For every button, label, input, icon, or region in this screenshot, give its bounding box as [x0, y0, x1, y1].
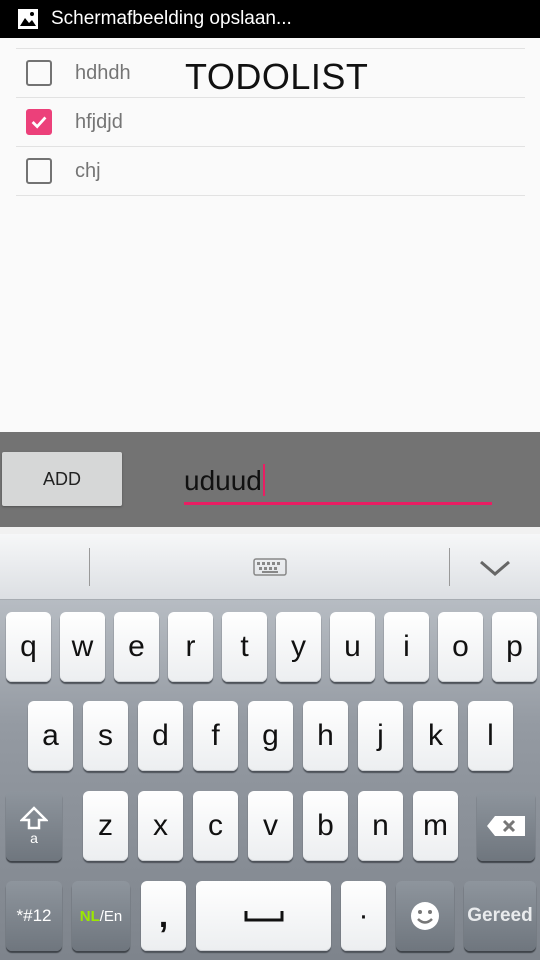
key-x[interactable]: x [138, 791, 183, 861]
key-r[interactable]: r [168, 612, 213, 682]
key-e[interactable]: e [114, 612, 159, 682]
keyboard-toolbar [0, 534, 540, 600]
key-f[interactable]: f [193, 701, 238, 771]
soft-keyboard: q w e r t y u i o p a s d f g h j k l a … [0, 534, 540, 960]
key-t[interactable]: t [222, 612, 267, 682]
shift-icon [20, 806, 48, 830]
key-i[interactable]: i [384, 612, 429, 682]
todo-checkbox[interactable] [26, 158, 52, 184]
shift-key[interactable]: a [6, 791, 62, 861]
key-n[interactable]: n [358, 791, 403, 861]
language-en-label: /En [99, 907, 123, 925]
check-icon [31, 116, 47, 129]
todo-label: hdhdh [75, 61, 131, 84]
todo-checkbox-checked[interactable] [26, 109, 52, 135]
image-icon [18, 9, 38, 29]
key-b[interactable]: b [303, 791, 348, 861]
done-key[interactable]: Gereed [464, 881, 536, 951]
key-p[interactable]: p [492, 612, 537, 682]
key-c[interactable]: c [193, 791, 238, 861]
key-h[interactable]: h [303, 701, 348, 771]
key-k[interactable]: k [413, 701, 458, 771]
todo-item[interactable]: chj [16, 147, 525, 196]
add-bar: ADD uduud [0, 432, 540, 527]
key-q[interactable]: q [6, 612, 51, 682]
key-j[interactable]: j [358, 701, 403, 771]
key-z[interactable]: z [83, 791, 128, 861]
key-d[interactable]: d [138, 701, 183, 771]
text-caret [262, 464, 265, 496]
todo-item[interactable]: hfjdjd [16, 98, 525, 147]
language-key[interactable]: NL/En [72, 881, 130, 951]
symbols-key[interactable]: *#12 [6, 881, 62, 951]
keyboard-icon[interactable] [253, 558, 287, 578]
backspace-key[interactable] [477, 791, 535, 861]
page-title: TODOLIST [185, 56, 369, 97]
key-o[interactable]: o [438, 612, 483, 682]
todo-input-value: uduud [184, 465, 262, 496]
space-key[interactable] [196, 881, 331, 951]
comma-key[interactable]: , [141, 881, 186, 951]
key-g[interactable]: g [248, 701, 293, 771]
toolbar-divider [89, 548, 90, 586]
divider [0, 527, 540, 534]
add-button[interactable]: ADD [2, 452, 122, 506]
todo-input[interactable]: uduud [184, 460, 492, 504]
key-w[interactable]: w [60, 612, 105, 682]
status-notification: Schermafbeelding opslaan... [51, 8, 292, 29]
shift-key-label: a [30, 830, 38, 846]
todo-label: chj [75, 159, 101, 182]
space-bar-icon [244, 911, 283, 922]
key-s[interactable]: s [83, 701, 128, 771]
language-nl-label: NL [79, 907, 100, 925]
backspace-icon [487, 816, 525, 836]
chevron-down-icon[interactable] [478, 556, 512, 578]
key-u[interactable]: u [330, 612, 375, 682]
key-m[interactable]: m [413, 791, 458, 861]
key-y[interactable]: y [276, 612, 321, 682]
todo-label: hfjdjd [75, 110, 123, 133]
toolbar-divider [449, 548, 450, 586]
key-v[interactable]: v [248, 791, 293, 861]
todo-checkbox[interactable] [26, 60, 52, 86]
smiley-icon [411, 902, 439, 930]
key-a[interactable]: a [28, 701, 73, 771]
status-bar: Schermafbeelding opslaan... [0, 0, 540, 38]
input-underline [184, 502, 492, 505]
todo-content: hdhdh hfjdjd chj TODOLIST [0, 38, 540, 432]
emoji-key[interactable] [396, 881, 454, 951]
key-l[interactable]: l [468, 701, 513, 771]
period-key[interactable]: · [341, 881, 386, 951]
